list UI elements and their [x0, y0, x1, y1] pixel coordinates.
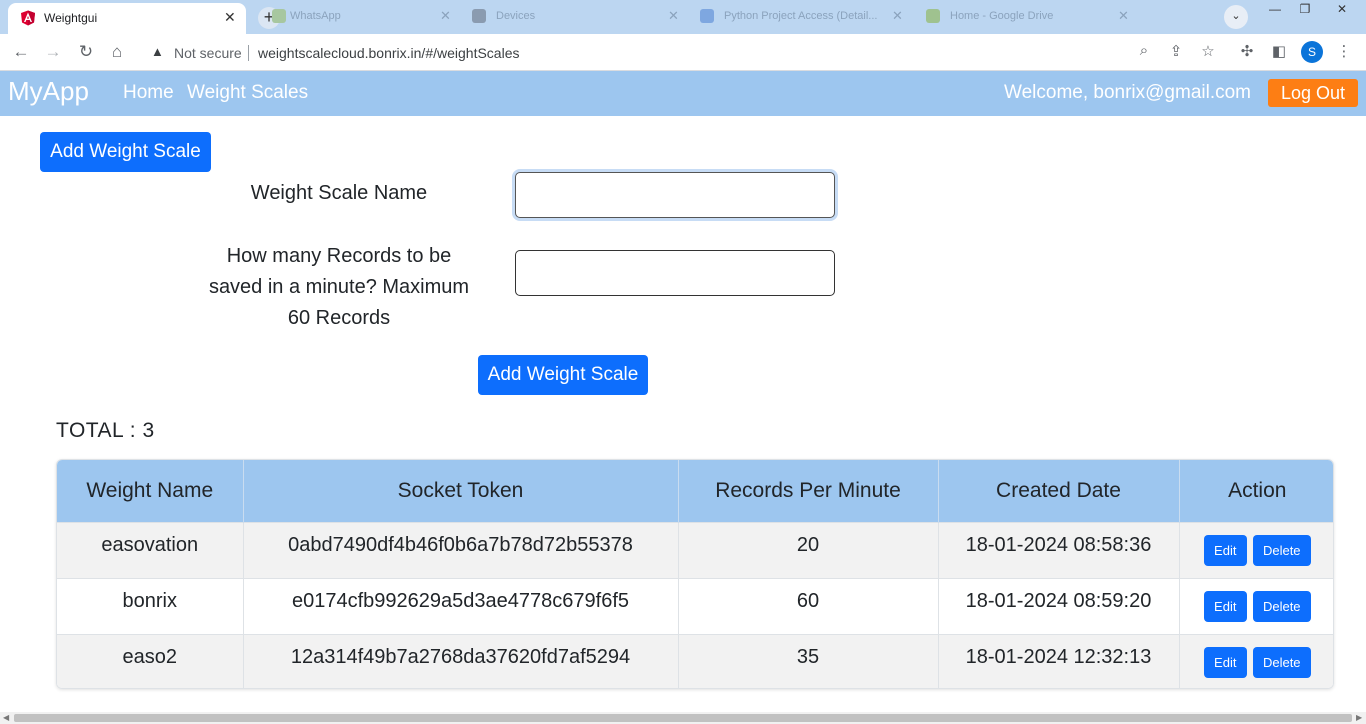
weight-name-cell: easovation: [57, 521, 244, 578]
column-header: Action: [1179, 460, 1333, 522]
edit-button[interactable]: Edit: [1203, 534, 1247, 566]
extensions-puzzle-icon[interactable]: ✣: [1237, 42, 1257, 60]
edit-button[interactable]: Edit: [1203, 646, 1247, 678]
security-status: Not secure: [174, 45, 242, 61]
close-tab-icon[interactable]: ✕: [1118, 8, 1129, 24]
column-header: Created Date: [938, 460, 1180, 522]
welcome-text: Welcome, bonrix@gmail.com: [1004, 82, 1252, 103]
browser-tab-background[interactable]: Home - Google Drive ✕: [926, 4, 1132, 30]
records-per-minute-cell: 20: [678, 521, 939, 578]
close-tab-icon[interactable]: ✕: [224, 9, 236, 26]
close-tab-icon[interactable]: ✕: [892, 8, 903, 24]
browser-tab-background[interactable]: Devices ✕: [472, 4, 680, 30]
angular-logo-icon: [21, 10, 35, 26]
address-bar[interactable]: ▲ Not secure weightscalecloud.bonrix.in/…: [139, 38, 1229, 67]
weight-name-cell: bonrix: [57, 577, 244, 634]
back-arrow-icon[interactable]: ←: [10, 42, 32, 62]
action-cell: Edit Delete: [1179, 521, 1333, 578]
action-cell: Edit Delete: [1179, 577, 1333, 634]
records-per-minute-cell: 35: [678, 633, 939, 688]
profile-avatar[interactable]: S: [1301, 41, 1323, 63]
zoom-icon[interactable]: ⌕: [1134, 42, 1154, 59]
nav-link-home[interactable]: Home: [123, 82, 174, 104]
records-per-minute-label: How many Records to be saved in a minute…: [208, 245, 470, 329]
bookmark-star-icon[interactable]: ☆: [1198, 42, 1218, 60]
minimize-window-icon[interactable]: —: [1260, 0, 1290, 20]
records-per-minute-cell: 60: [678, 577, 939, 634]
close-tab-icon[interactable]: ✕: [668, 8, 679, 24]
browser-tab-strip: Weightgui ✕ + WhatsApp ✕ Devices ✕ Pytho…: [0, 0, 1366, 34]
add-weight-scale-toggle-button[interactable]: Add Weight Scale: [40, 132, 211, 172]
close-window-icon[interactable]: ✕: [1322, 0, 1362, 20]
weight-scale-name-input[interactable]: [515, 172, 835, 218]
scroll-left-arrow-icon[interactable]: ◀: [3, 713, 9, 722]
delete-button[interactable]: Delete: [1252, 646, 1311, 678]
browser-toolbar: ← → ↻ ⌂ ▲ Not secure weightscalecloud.bo…: [0, 34, 1366, 71]
scroll-right-arrow-icon[interactable]: ▶: [1356, 713, 1362, 722]
brand-logo[interactable]: MyApp: [8, 76, 89, 107]
scrollbar-thumb[interactable]: [14, 714, 1352, 722]
column-header: Socket Token: [243, 460, 679, 522]
side-panel-icon[interactable]: ◧: [1269, 42, 1289, 60]
warning-triangle-icon: ▲: [151, 44, 164, 59]
delete-button[interactable]: Delete: [1252, 590, 1311, 622]
horizontal-scrollbar[interactable]: ◀ ▶: [0, 712, 1366, 724]
app-navbar: MyApp Home Weight Scales Welcome, bonrix…: [0, 71, 1366, 116]
action-cell: Edit Delete: [1179, 633, 1333, 688]
reload-icon[interactable]: ↻: [75, 42, 97, 62]
url-text[interactable]: weightscalecloud.bonrix.in/#/weightScale…: [258, 45, 519, 61]
socket-token-cell: 12a314f49b7a2768da37620fd7af5294: [243, 633, 679, 688]
created-date-cell: 18-01-2024 12:32:13: [938, 633, 1180, 688]
google-drive-icon: [926, 9, 940, 23]
browser-tab-background[interactable]: Python Project Access (Detail... ✕: [700, 4, 906, 30]
browser-tab-background[interactable]: WhatsApp ✕: [272, 4, 452, 30]
records-per-minute-input[interactable]: [515, 250, 835, 296]
created-date-cell: 18-01-2024 08:58:36: [938, 521, 1180, 578]
column-header: Records Per Minute: [678, 460, 939, 522]
edit-button[interactable]: Edit: [1203, 590, 1247, 622]
more-menu-icon[interactable]: ⋮: [1334, 42, 1354, 60]
column-header: Weight Name: [57, 460, 244, 522]
tab-title: Weightgui: [44, 11, 98, 25]
whatsapp-icon: [272, 9, 286, 23]
restore-window-icon[interactable]: ❐: [1290, 0, 1320, 20]
document-icon: [700, 9, 714, 23]
home-icon[interactable]: ⌂: [106, 42, 128, 62]
table-row: easo2 12a314f49b7a2768da37620fd7af5294 3…: [57, 633, 1333, 688]
table-row: easovation 0abd7490df4b46f0b6a7b78d72b55…: [57, 521, 1333, 578]
address-separator: [248, 45, 249, 61]
total-count: TOTAL : 3: [56, 419, 155, 442]
add-weight-scale-submit-button[interactable]: Add Weight Scale: [478, 355, 648, 395]
share-icon[interactable]: ⇪: [1166, 42, 1186, 60]
table-header-row: Weight Name Socket Token Records Per Min…: [57, 460, 1333, 522]
weight-scale-name-label: Weight Scale Name: [250, 182, 428, 204]
nav-link-weight-scales[interactable]: Weight Scales: [187, 82, 308, 104]
browser-tab-active[interactable]: Weightgui ✕: [8, 3, 246, 34]
weight-scales-table: Weight Name Socket Token Records Per Min…: [56, 459, 1334, 689]
table-row: bonrix e0174cfb992629a5d3ae4778c679f6f5 …: [57, 577, 1333, 634]
socket-token-cell: e0174cfb992629a5d3ae4778c679f6f5: [243, 577, 679, 634]
delete-button[interactable]: Delete: [1252, 534, 1311, 566]
weight-name-cell: easo2: [57, 633, 244, 688]
socket-token-cell: 0abd7490df4b46f0b6a7b78d72b55378: [243, 521, 679, 578]
close-tab-icon[interactable]: ✕: [440, 8, 451, 24]
tab-search-chevron-icon[interactable]: ⌄: [1224, 5, 1248, 29]
created-date-cell: 18-01-2024 08:59:20: [938, 577, 1180, 634]
forward-arrow-icon[interactable]: →: [42, 42, 64, 62]
logout-button[interactable]: Log Out: [1268, 79, 1358, 107]
shield-icon: [472, 9, 486, 23]
